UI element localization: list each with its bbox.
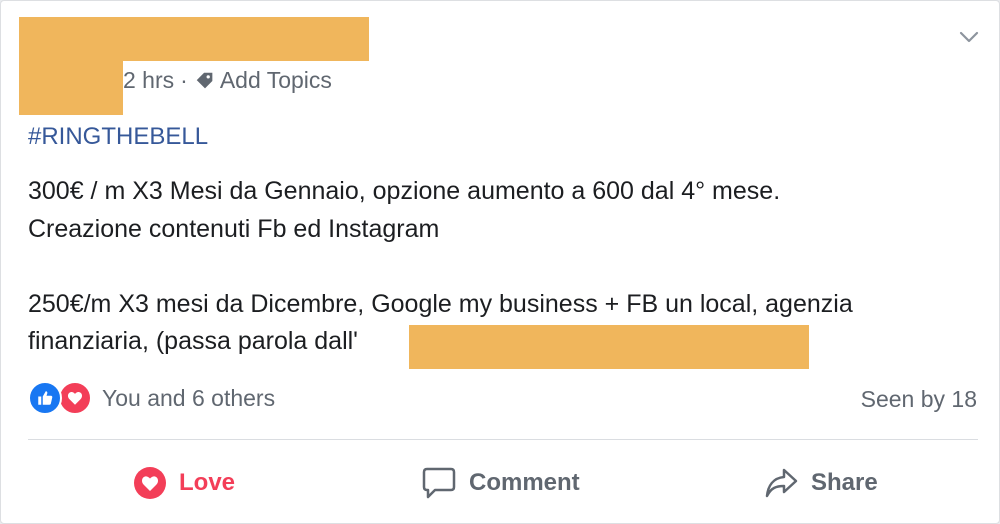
post-timestamp[interactable]: 2 hrs <box>123 67 174 94</box>
seen-by-count[interactable]: Seen by 18 <box>861 386 977 413</box>
add-topics-link[interactable]: Add Topics <box>194 67 332 94</box>
love-icon <box>58 381 92 415</box>
comment-label: Comment <box>469 469 580 496</box>
share-icon <box>765 468 798 498</box>
body-line: 300€ / m X3 Mesi da Gennaio, opzione aum… <box>28 177 781 205</box>
redacted-author-name <box>19 17 369 61</box>
love-button[interactable]: Love <box>133 461 235 505</box>
reaction-summary[interactable]: You and 6 others <box>28 381 275 415</box>
like-icon <box>28 381 62 415</box>
redacted-avatar <box>19 61 123 115</box>
comment-icon <box>422 467 456 499</box>
post-card: 2 hrs · Add Topics #RINGTHEBELL 300€ / m… <box>0 0 1000 524</box>
hashtag-link[interactable]: #RINGTHEBELL <box>28 123 208 151</box>
body-line: Creazione contenuti Fb ed Instagram <box>28 214 440 243</box>
comment-button[interactable]: Comment <box>421 461 580 505</box>
tag-icon <box>196 72 213 88</box>
body-line: 250€/m X3 mesi da Dicembre, Google my bu… <box>28 289 853 318</box>
chevron-down-icon[interactable] <box>957 27 981 47</box>
action-divider <box>28 439 978 440</box>
love-label: Love <box>179 469 236 496</box>
share-label: Share <box>811 469 878 496</box>
share-button[interactable]: Share <box>763 461 878 505</box>
meta-separator: · <box>180 67 188 93</box>
reaction-summary-text[interactable]: You and 6 others <box>102 385 275 412</box>
redacted-mention <box>409 325 809 369</box>
post-meta: 2 hrs · Add Topics <box>123 67 332 94</box>
body-line-empty <box>28 248 853 286</box>
love-reaction-icon <box>134 467 166 499</box>
add-topics-label: Add Topics <box>219 67 332 93</box>
